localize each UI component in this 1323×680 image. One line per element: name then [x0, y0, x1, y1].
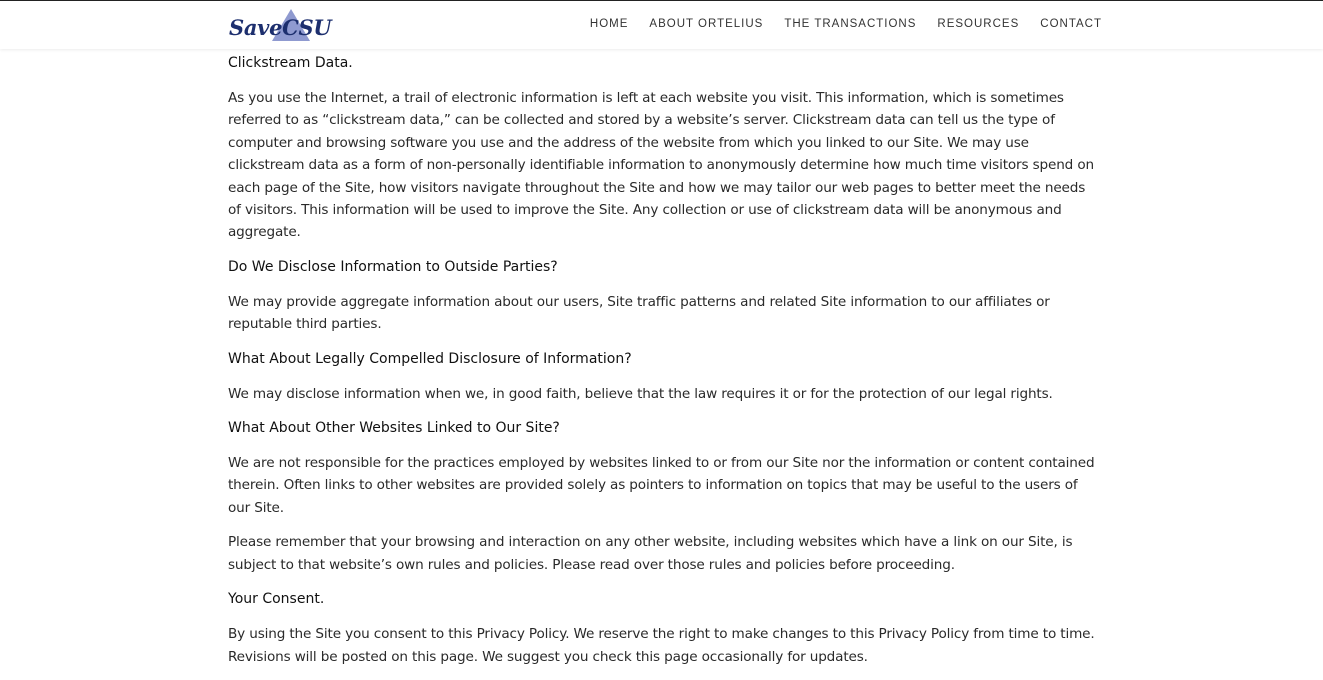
- nav-about-ortelius[interactable]: ABOUT ORTELIUS: [649, 18, 763, 30]
- section-heading-clickstream: Clickstream Data.: [228, 55, 353, 71]
- nav-contact[interactable]: CONTACT: [1040, 18, 1102, 30]
- section-paragraph: We may disclose information when we, in …: [228, 385, 1053, 402]
- site-header: SaveCSU HOME ABOUT ORTELIUS THE TRANSACT…: [0, 0, 1323, 49]
- site-logo[interactable]: SaveCSU: [228, 9, 332, 43]
- section-paragraph: We are not responsible for the practices…: [228, 455, 1095, 516]
- nav-the-transactions[interactable]: THE TRANSACTIONS: [784, 18, 916, 30]
- section-paragraph: We may provide aggregate information abo…: [228, 293, 1050, 333]
- section-heading-other-websites: What About Other Websites Linked to Our …: [228, 420, 560, 437]
- privacy-policy-content: Clickstream Data. As you use the Interne…: [228, 52, 1098, 680]
- nav-home[interactable]: HOME: [590, 18, 629, 30]
- section-heading-consent: Your Consent.: [228, 591, 325, 608]
- section-heading-legal: What About Legally Compelled Disclosure …: [228, 350, 632, 367]
- main-nav: HOME ABOUT ORTELIUS THE TRANSACTIONS RES…: [569, 18, 1102, 30]
- logo-text: SaveCSU: [229, 15, 332, 40]
- section-paragraph: Please remember that your browsing and i…: [228, 534, 1073, 573]
- section-paragraph: As you use the Internet, a trail of elec…: [228, 90, 1094, 241]
- section-paragraph: By using the Site you consent to this Pr…: [228, 626, 1095, 665]
- section-heading-disclose: Do We Disclose Information to Outside Pa…: [228, 258, 558, 275]
- nav-resources[interactable]: RESOURCES: [937, 18, 1019, 30]
